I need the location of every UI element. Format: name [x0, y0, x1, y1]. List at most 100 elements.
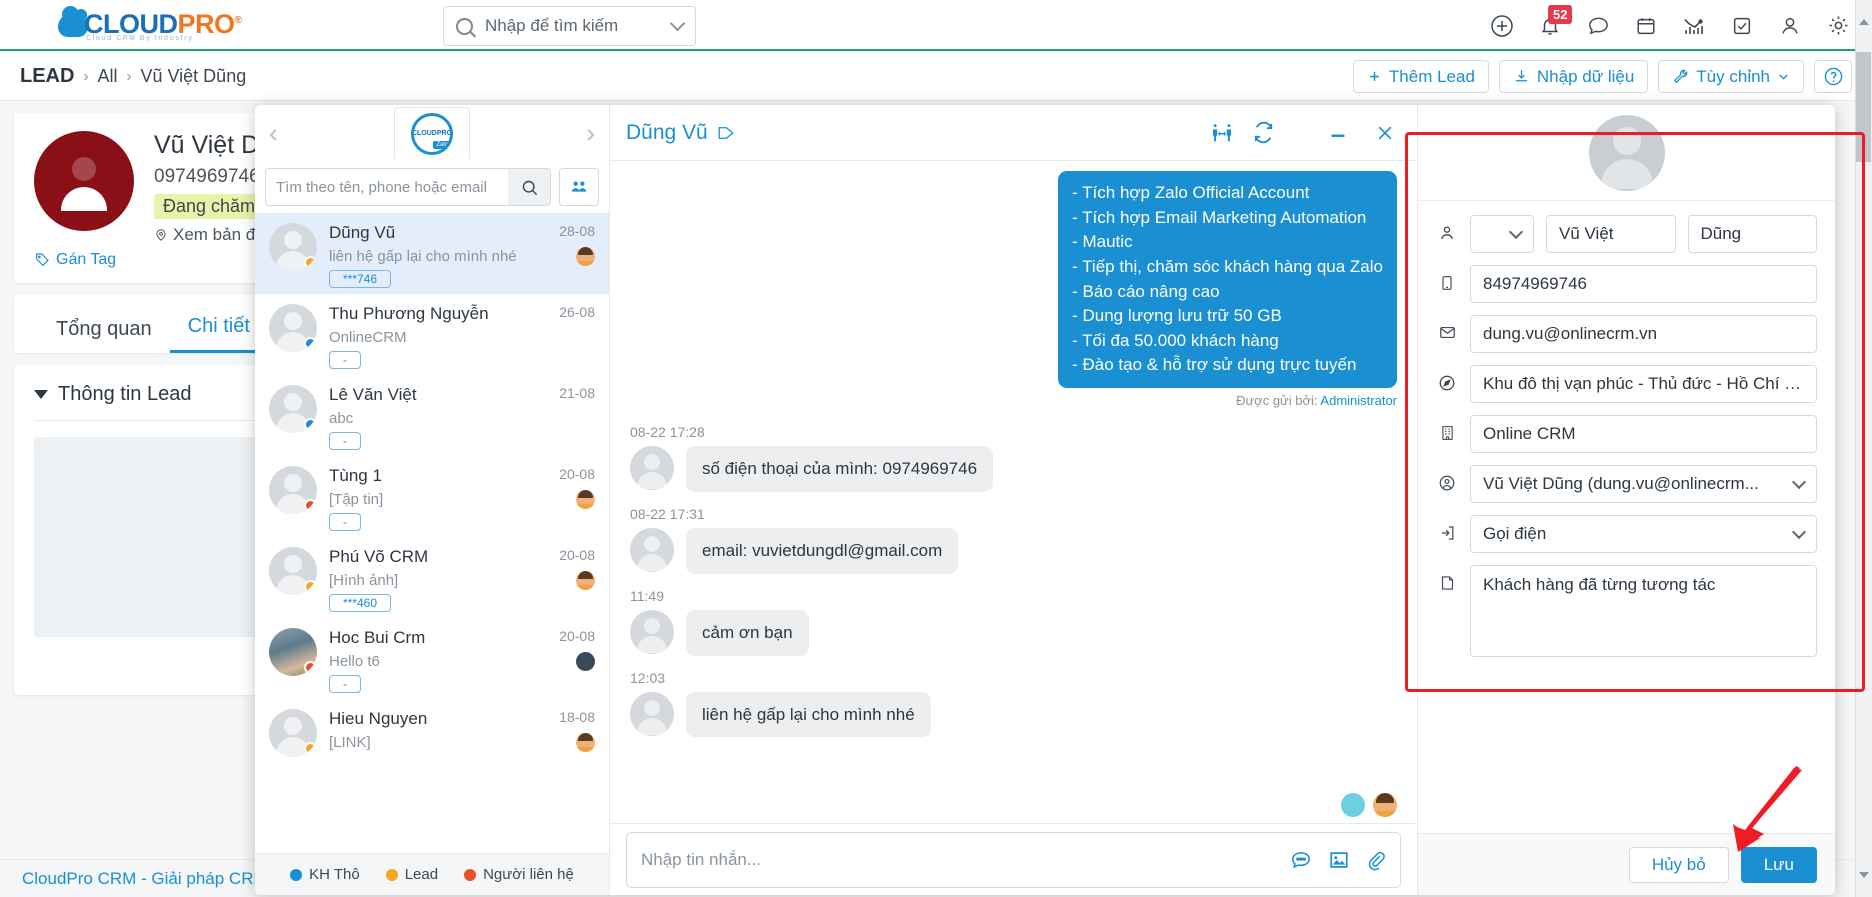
- gear-icon[interactable]: [1826, 14, 1850, 38]
- add-lead-button[interactable]: Thêm Lead: [1352, 60, 1489, 93]
- incoming-message-row: cảm ơn bạn: [630, 609, 1397, 656]
- address-value: Khu đô thị vạn phúc - Thủ đức - Hồ Chí M…: [1483, 374, 1804, 393]
- close-icon[interactable]: [1375, 123, 1395, 143]
- refresh-icon[interactable]: [1252, 121, 1275, 144]
- avatar: [630, 527, 674, 572]
- scroll-up-arrow-icon[interactable]: [1859, 19, 1869, 25]
- image-icon[interactable]: [1328, 849, 1350, 871]
- avatar: [630, 691, 674, 736]
- global-search[interactable]: Nhập để tìm kiếm: [443, 6, 696, 46]
- first-name-field[interactable]: Vũ Việt: [1546, 215, 1676, 253]
- breadcrumb-separator-1: ›: [83, 68, 89, 85]
- conversation-list[interactable]: Dũng Vũ liên hệ gấp lại cho mình nhé ***…: [255, 213, 609, 853]
- avatar: [630, 609, 674, 654]
- address-field[interactable]: Khu đô thị vạn phúc - Thủ đức - Hồ Chí M…: [1470, 365, 1817, 403]
- prev-channel-arrow-icon[interactable]: ‹: [269, 120, 278, 146]
- footer-text[interactable]: CloudPro CRM - Giải pháp CRM: [22, 869, 268, 889]
- calendar-icon[interactable]: [1634, 14, 1658, 38]
- breadcrumb-level-all[interactable]: All: [97, 66, 117, 87]
- import-data-button[interactable]: Nhập dữ liệu: [1498, 60, 1649, 93]
- plus-circle-icon[interactable]: [1490, 14, 1514, 38]
- scrollbar-thumb[interactable]: [1856, 52, 1871, 162]
- list-item[interactable]: Hoc Bui Crm Hello t6 - 20-08: [255, 618, 609, 699]
- message-timestamp: 08-22 17:31: [630, 505, 705, 522]
- help-button[interactable]: [1814, 60, 1852, 93]
- chevron-down-icon: [1791, 474, 1807, 489]
- channel-tab-zalo[interactable]: CLOUDPRO Zalo: [394, 107, 470, 159]
- chevron-down-icon[interactable]: [669, 15, 686, 32]
- attachment-icon[interactable]: [1366, 849, 1386, 871]
- salutation-select[interactable]: [1470, 215, 1534, 253]
- next-channel-arrow-icon[interactable]: ›: [586, 120, 595, 146]
- window-controls: [1327, 123, 1401, 143]
- group-contacts-button[interactable]: [559, 168, 599, 206]
- bell-icon[interactable]: 52: [1538, 4, 1573, 38]
- conversation-search-input[interactable]: [266, 178, 508, 196]
- transfer-chat-icon[interactable]: [1210, 122, 1234, 144]
- chat-bubble-icon[interactable]: [1586, 14, 1610, 38]
- message-input-box[interactable]: [626, 832, 1401, 888]
- conversation-tag[interactable]: -: [329, 513, 361, 531]
- conversation-search-button[interactable]: [508, 169, 550, 205]
- presence-dot: [304, 256, 317, 269]
- list-item[interactable]: Phú Võ CRM [Hình ảnh] ***460 20-08: [255, 537, 609, 618]
- quick-reply-icon[interactable]: [1290, 849, 1312, 871]
- conversation-date: 20-08: [559, 628, 595, 644]
- notification-badge: 52: [1548, 4, 1573, 24]
- zalo-logo-text: CLOUDPRO: [411, 130, 453, 137]
- avatar: [269, 385, 317, 433]
- message-thread[interactable]: - Tích hợp Zalo Official Account - Tích …: [610, 161, 1417, 823]
- caret-down-icon[interactable]: [34, 390, 48, 399]
- phone-field[interactable]: 84974969746: [1470, 265, 1817, 303]
- help-circle-icon: [1824, 67, 1842, 86]
- tab-tong-quan[interactable]: Tổng quan: [38, 318, 170, 353]
- user-icon[interactable]: [1778, 14, 1802, 38]
- breadcrumb-level-record[interactable]: Vũ Việt Dũng: [140, 66, 246, 87]
- customize-button[interactable]: Tùy chỉnh: [1658, 60, 1804, 93]
- last-name-field[interactable]: Dũng: [1687, 215, 1817, 253]
- message-timestamp: 12:03: [630, 669, 666, 686]
- incoming-message-row: số điện thoại của mình: 0974969746: [630, 446, 1397, 492]
- task-check-icon[interactable]: [1730, 14, 1754, 38]
- conversation-legend: KH Thô Lead Người liên hệ: [255, 853, 609, 895]
- note-textarea[interactable]: Khách hàng đã từng tương tác: [1470, 565, 1817, 657]
- conversation-preview: [Hình ảnh]: [329, 572, 399, 589]
- list-item[interactable]: Tùng 1 [Tập tin] - 20-08: [255, 456, 609, 537]
- activity-field-row: Gọi điện: [1436, 515, 1817, 553]
- conversation-panel: Dũng Vũ - Tích hợp Zalo Official Account…: [610, 105, 1417, 895]
- minimize-icon[interactable]: [1327, 126, 1349, 140]
- conversation-tag[interactable]: -: [329, 351, 361, 369]
- scroll-down-arrow-icon[interactable]: [1859, 872, 1869, 878]
- conversation-tag[interactable]: ***746: [329, 270, 392, 288]
- address-field-row: Khu đô thị vạn phúc - Thủ đức - Hồ Chí M…: [1436, 365, 1817, 403]
- conversation-tag[interactable]: -: [329, 675, 361, 693]
- app-logo[interactable]: CLOUDPRO® Cloud CRM By Industry: [0, 5, 242, 42]
- avatar: [269, 466, 317, 514]
- group-users-icon: [571, 181, 587, 192]
- activity-select[interactable]: Gọi điện: [1470, 515, 1817, 553]
- message-input[interactable]: [641, 850, 1290, 870]
- conversation-tag[interactable]: -: [329, 432, 361, 450]
- last-name-value: Dũng: [1700, 224, 1742, 243]
- page-scrollbar[interactable]: [1855, 0, 1872, 897]
- conversation-title-text: Dũng Vũ: [626, 120, 708, 144]
- list-item[interactable]: Dũng Vũ liên hệ gấp lại cho mình nhé ***…: [255, 213, 609, 294]
- conversation-tag[interactable]: ***460: [329, 594, 392, 612]
- incoming-message-bubble: liên hệ gấp lại cho mình nhé: [686, 691, 931, 738]
- company-field[interactable]: Online CRM: [1470, 415, 1817, 453]
- legend-item-kh-tho: KH Thô: [290, 866, 360, 883]
- sent-by-name[interactable]: Administrator: [1320, 393, 1397, 408]
- owner-select[interactable]: Vũ Việt Dũng (dung.vu@onlinecrm...: [1470, 465, 1817, 503]
- conversation-date: 21-08: [559, 385, 595, 401]
- avatar[interactable]: [1588, 114, 1665, 191]
- email-field[interactable]: dung.vu@onlinecrm.vn: [1470, 315, 1817, 353]
- tab-chi-tiet[interactable]: Chi tiết: [169, 315, 268, 353]
- conversation-date: 20-08: [559, 466, 595, 482]
- list-item[interactable]: Thu Phương Nguyễn OnlineCRM - 26-08: [255, 294, 609, 375]
- user-circle-icon: [1436, 465, 1458, 492]
- breadcrumb-root[interactable]: LEAD: [20, 65, 74, 88]
- list-item[interactable]: Hieu Nguyen [LINK] 18-08: [255, 699, 609, 763]
- list-item[interactable]: Lê Văn Việt abc - 21-08: [255, 375, 609, 456]
- analytics-icon[interactable]: [1682, 14, 1706, 38]
- conversation-search-box[interactable]: [265, 168, 551, 206]
